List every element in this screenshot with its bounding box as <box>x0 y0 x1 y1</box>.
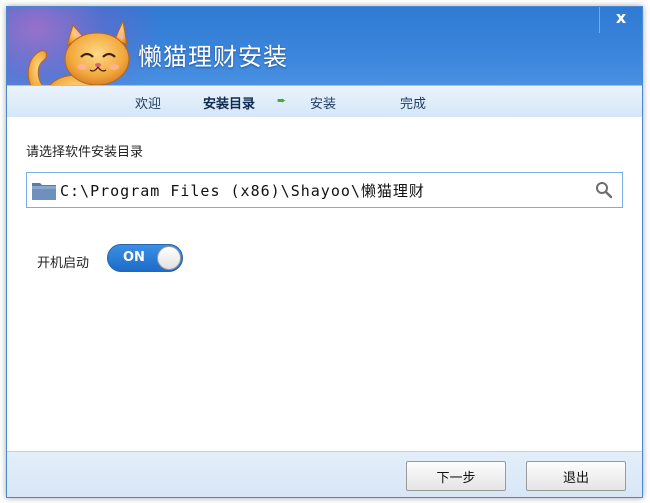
startup-toggle[interactable]: ON <box>107 244 183 272</box>
toggle-knob <box>157 246 181 270</box>
main-content: 请选择软件安装目录 开机启动 ON <box>7 117 642 451</box>
next-button[interactable]: 下一步 <box>406 461 506 491</box>
install-path-field-container[interactable] <box>26 172 623 208</box>
step-install[interactable]: 安装 <box>310 93 336 112</box>
exit-button[interactable]: 退出 <box>526 461 626 491</box>
toggle-state-text: ON <box>123 250 145 265</box>
app-title: 懒猫理财安装 <box>138 43 288 71</box>
step-welcome[interactable]: 欢迎 <box>135 93 161 112</box>
step-finish[interactable]: 完成 <box>400 93 426 112</box>
folder-icon <box>32 183 56 200</box>
install-dir-label: 请选择软件安装目录 <box>26 145 144 160</box>
step-install-directory[interactable]: 安装目录 <box>203 93 255 112</box>
startup-label: 开机启动 <box>37 256 90 271</box>
step-arrow-icon: ➨ <box>277 94 287 107</box>
search-icon[interactable] <box>595 181 613 199</box>
install-path-input[interactable] <box>60 177 580 203</box>
footer-bar: 下一步 退出 <box>7 451 642 497</box>
installer-window: 懒猫理财安装 x 欢迎 安装目录 ➨ 安装 完成 请选择软件安装目录 开机启动 … <box>6 6 643 498</box>
close-button[interactable]: x <box>599 7 642 33</box>
